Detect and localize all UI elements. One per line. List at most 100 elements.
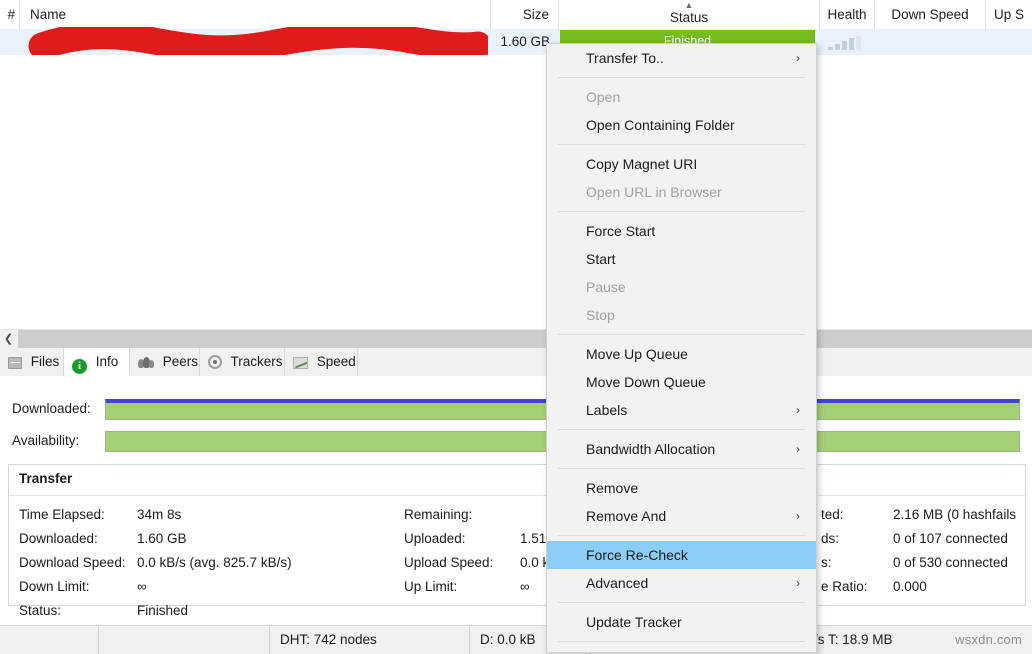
menu-item-force-start[interactable]: Force Start: [547, 217, 816, 245]
speed-icon: [293, 357, 308, 369]
menu-item-label: Stop: [586, 307, 615, 323]
downloaded-label: Downloaded:: [19, 531, 98, 546]
torrent-client-window: # Name Size ▲ Status Health Down Speed U…: [0, 0, 1032, 654]
menu-separator: [558, 468, 805, 469]
menu-item-label: Labels: [586, 402, 628, 418]
column-header-health[interactable]: Health: [820, 0, 875, 29]
tab-trackers-label: Trackers: [230, 354, 283, 369]
down-limit-label: Down Limit:: [19, 579, 90, 594]
menu-item-label: Open URL in Browser: [586, 184, 722, 200]
dht-status: DHT: 742 nodes: [270, 626, 470, 654]
menu-item-remove-and[interactable]: Remove And ›: [547, 502, 816, 530]
menu-separator: [558, 77, 805, 78]
column-header-size[interactable]: Size: [491, 0, 559, 29]
column-header-up-speed[interactable]: Up S: [986, 0, 1032, 29]
transfer-group: Transfer Time Elapsed: 34m 8s Downloaded…: [8, 464, 1026, 618]
info-panel: Downloaded: Availability: Transfer Time …: [0, 376, 1032, 625]
submenu-chevron-right-icon: ›: [796, 576, 800, 590]
detail-tab-bar: Files i Info Peers Trackers Speed: [0, 348, 1032, 377]
up-limit-value: ∞: [520, 579, 530, 594]
submenu-chevron-right-icon: ›: [796, 509, 800, 523]
column-header-index[interactable]: #: [0, 0, 20, 29]
context-menu[interactable]: Transfer To.. › Open Open Containing Folder…: [546, 43, 817, 653]
menu-item-label: Copy Magnet URI: [586, 156, 698, 172]
menu-item-start[interactable]: Start: [547, 245, 816, 273]
menu-item-label: Transfer To..: [586, 50, 664, 66]
menu-item-labels[interactable]: Labels ›: [547, 396, 816, 424]
menu-item-label: Force Start: [586, 223, 656, 239]
peers-icon: [138, 357, 154, 369]
tab-peers[interactable]: Peers: [130, 348, 200, 376]
menu-item-label: Start: [586, 251, 616, 267]
menu-separator: [558, 535, 805, 536]
share-ratio-label: e Ratio:: [821, 579, 868, 594]
tab-speed[interactable]: Speed: [285, 348, 358, 376]
tab-files[interactable]: Files: [0, 348, 64, 376]
transfer-group-title: Transfer: [19, 471, 73, 486]
menu-separator: [558, 429, 805, 430]
horizontal-scrollbar[interactable]: ❮: [0, 329, 1032, 349]
scrollbar-thumb[interactable]: [18, 330, 1032, 349]
menu-item-pause: Pause: [547, 273, 816, 301]
menu-item-advanced[interactable]: Advanced ›: [547, 569, 816, 597]
submenu-chevron-right-icon: ›: [796, 403, 800, 417]
downloaded-bar-label: Downloaded:: [12, 401, 91, 416]
status-label: Status:: [19, 603, 62, 618]
menu-item-label: Advanced: [586, 575, 649, 591]
menu-item-update-tracker[interactable]: Update Tracker: [547, 608, 816, 636]
menu-item-transfer-to[interactable]: Transfer To.. ›: [547, 44, 816, 72]
time-elapsed-label: Time Elapsed:: [19, 507, 105, 522]
tab-files-label: Files: [30, 354, 60, 369]
tab-trackers[interactable]: Trackers: [200, 348, 285, 376]
status-segment-1: [0, 626, 99, 654]
menu-item-move-up-queue[interactable]: Move Up Queue: [547, 340, 816, 368]
menu-item-properties[interactable]: Properties: [547, 647, 816, 652]
torrent-list-body[interactable]: [0, 55, 1032, 328]
status-value: Finished: [137, 603, 189, 618]
menu-item-move-down-queue[interactable]: Move Down Queue: [547, 368, 816, 396]
table-row[interactable]: 1.60 GB Finished: [0, 29, 1032, 56]
time-elapsed-value: 34m 8s: [137, 507, 182, 522]
upload-speed-value: 0.0 k: [520, 555, 550, 570]
menu-item-label: Open Containing Folder: [586, 117, 735, 133]
status-bar: DHT: 742 nodes D: 0.0 kB B/s T: 18.9 MB: [0, 625, 1032, 654]
tab-info[interactable]: i Info: [64, 348, 130, 376]
downloaded-value: 1.60 GB: [137, 531, 187, 546]
menu-item-copy-magnet-uri[interactable]: Copy Magnet URI: [547, 150, 816, 178]
scroll-left-icon[interactable]: ❮: [0, 330, 17, 349]
downloaded-bar-row: Downloaded:: [0, 396, 1032, 422]
uploaded-label: Uploaded:: [404, 531, 466, 546]
menu-separator: [558, 641, 805, 642]
column-header-name[interactable]: Name: [20, 0, 491, 29]
seeds-value: 0 of 107 connected: [893, 531, 1008, 546]
menu-item-label: Move Up Queue: [586, 346, 688, 362]
menu-separator: [558, 144, 805, 145]
menu-item-open-containing-folder[interactable]: Open Containing Folder: [547, 111, 816, 139]
submenu-chevron-right-icon: ›: [796, 442, 800, 456]
column-header-down-speed[interactable]: Down Speed: [875, 0, 986, 29]
tab-info-label: Info: [95, 354, 119, 369]
menu-separator: [558, 334, 805, 335]
menu-item-label: Remove And: [586, 508, 667, 524]
menu-item-label: Open: [586, 89, 621, 105]
download-speed-value: 0.0 kB/s (avg. 825.7 kB/s): [137, 555, 292, 570]
torrent-list-header: # Name Size ▲ Status Health Down Speed U…: [0, 0, 1032, 30]
submenu-chevron-right-icon: ›: [796, 51, 800, 65]
column-header-status-label: Status: [669, 10, 709, 25]
remaining-label: Remaining:: [404, 507, 473, 522]
menu-item-label: Remove: [586, 480, 639, 496]
menu-item-remove[interactable]: Remove: [547, 474, 816, 502]
menu-item-open: Open: [547, 83, 816, 111]
menu-item-force-re-check[interactable]: Force Re-Check: [547, 541, 816, 569]
peers-value: 0 of 530 connected: [893, 555, 1008, 570]
files-icon: [8, 357, 22, 369]
download-speed-label: Download Speed:: [19, 555, 126, 570]
menu-item-label: Pause: [586, 279, 626, 295]
column-header-status[interactable]: ▲ Status: [559, 0, 820, 29]
menu-item-bandwidth-allocation[interactable]: Bandwidth Allocation ›: [547, 435, 816, 463]
availability-bar-row: Availability:: [0, 428, 1032, 454]
wasted-value: 2.16 MB (0 hashfails: [893, 507, 1017, 522]
down-limit-value: ∞: [137, 579, 147, 594]
signal-bars-icon: [828, 36, 864, 50]
seeds-label: ds:: [821, 531, 840, 546]
